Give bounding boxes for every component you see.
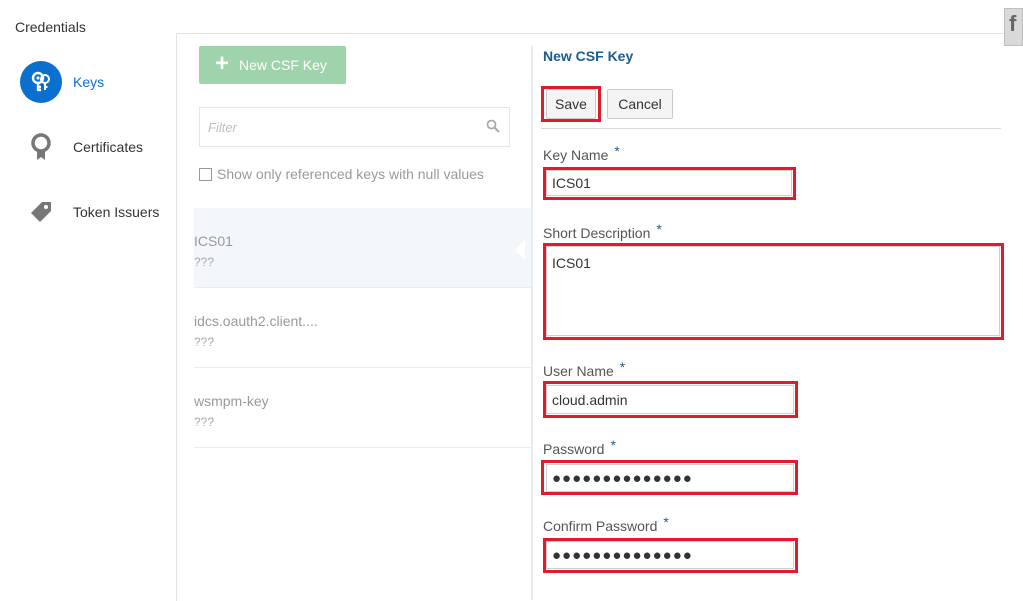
null-values-checkbox[interactable] bbox=[199, 167, 212, 181]
selection-arrow-icon bbox=[515, 240, 525, 260]
nav-item-token-issuers[interactable]: Token Issuers bbox=[20, 191, 159, 233]
short-description-label: Short Description * bbox=[543, 221, 662, 241]
required-marker: * bbox=[614, 143, 620, 159]
required-marker: * bbox=[619, 359, 626, 375]
user-name-field[interactable] bbox=[546, 385, 794, 414]
null-values-checkbox-label: Show only referenced keys with null valu… bbox=[217, 166, 484, 182]
key-description: ??? bbox=[194, 255, 215, 269]
short-description-label-text: Short Description bbox=[543, 225, 651, 241]
confirm-password-label-text: Confirm Password bbox=[543, 518, 658, 534]
key-name: ICS01 bbox=[194, 233, 233, 249]
confirm-password-label: Confirm Password * bbox=[543, 514, 669, 534]
null-values-checkbox-row[interactable]: Show only referenced keys with null valu… bbox=[199, 166, 484, 182]
save-button[interactable]: Save bbox=[546, 89, 596, 119]
search-icon[interactable] bbox=[486, 119, 500, 138]
new-csf-key-label: New CSF Key bbox=[239, 57, 327, 73]
plus-icon: + bbox=[215, 49, 230, 77]
nav-label-token-issuers: Token Issuers bbox=[73, 204, 160, 220]
short-description-field[interactable] bbox=[546, 246, 1000, 336]
new-csf-key-button[interactable]: + New CSF Key bbox=[199, 46, 346, 84]
nav-item-certificates[interactable]: Certificates bbox=[20, 126, 143, 168]
filter-input[interactable] bbox=[206, 108, 480, 146]
edge-tab-glyph: f bbox=[1009, 11, 1017, 36]
required-marker: * bbox=[663, 514, 669, 530]
nav-label-certificates: Certificates bbox=[73, 139, 144, 155]
user-name-label-text: User Name bbox=[543, 363, 614, 379]
nav-item-keys[interactable]: Keys bbox=[20, 61, 104, 103]
key-name-field[interactable] bbox=[546, 170, 792, 196]
key-list: ICS01 ??? idcs.oauth2.client.... ??? wsm… bbox=[194, 208, 531, 448]
key-description: ??? bbox=[194, 335, 215, 349]
list-item[interactable]: idcs.oauth2.client.... ??? bbox=[194, 288, 531, 368]
tag-icon bbox=[20, 191, 62, 233]
certificate-icon bbox=[20, 126, 62, 168]
key-description: ??? bbox=[194, 415, 215, 429]
key-name-label-text: Key Name bbox=[543, 147, 609, 163]
list-item[interactable]: wsmpm-key ??? bbox=[194, 368, 531, 448]
page-title: Credentials bbox=[15, 19, 86, 35]
panel-divider bbox=[531, 46, 533, 600]
password-label: Password * bbox=[543, 437, 616, 457]
filter-box bbox=[199, 107, 510, 147]
required-marker: * bbox=[656, 221, 662, 237]
key-name-label: Key Name * bbox=[543, 143, 620, 163]
form-title: New CSF Key bbox=[543, 48, 634, 64]
right-edge-tab[interactable]: f bbox=[1004, 8, 1023, 46]
key-icon bbox=[20, 61, 62, 103]
form-divider bbox=[541, 128, 1001, 129]
nav-label-keys: Keys bbox=[73, 74, 105, 90]
key-name: wsmpm-key bbox=[194, 393, 269, 409]
list-item[interactable]: ICS01 ??? bbox=[194, 208, 531, 288]
key-name: idcs.oauth2.client.... bbox=[194, 313, 318, 329]
cancel-button[interactable]: Cancel bbox=[607, 89, 673, 119]
confirm-password-field[interactable] bbox=[546, 541, 794, 569]
required-marker: * bbox=[610, 437, 616, 453]
password-field[interactable] bbox=[546, 464, 794, 492]
password-label-text: Password bbox=[543, 441, 605, 457]
user-name-label: User Name * bbox=[543, 359, 625, 379]
